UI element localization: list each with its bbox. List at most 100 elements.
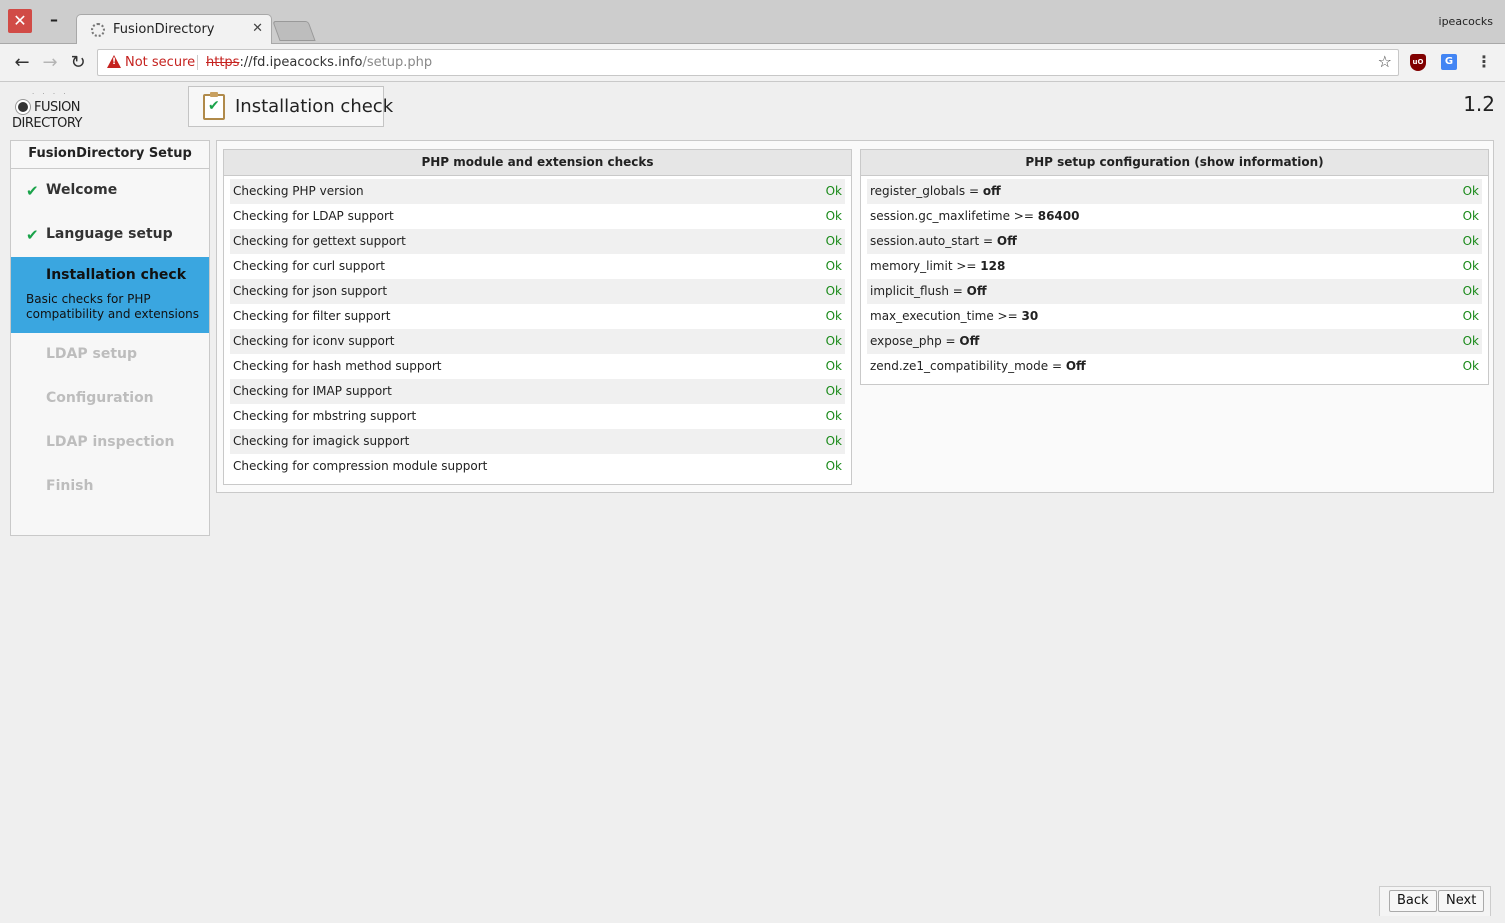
config-key: memory_limit >= xyxy=(870,259,981,273)
check-label: Checking for LDAP support xyxy=(233,209,394,223)
panel-title[interactable]: PHP setup configuration (show informatio… xyxy=(861,150,1488,176)
status-ok: Ok xyxy=(825,309,842,323)
config-key: register_globals = xyxy=(870,184,983,198)
check-label: Checking for iconv support xyxy=(233,334,395,348)
status-ok: Ok xyxy=(825,259,842,273)
table-row: Checking for IMAP support Ok xyxy=(230,379,845,404)
table-row: session.gc_maxlifetime >= 86400 Ok xyxy=(867,204,1482,229)
table-row: max_execution_time >= 30 Ok xyxy=(867,304,1482,329)
translate-extension-icon[interactable]: G xyxy=(1441,54,1457,70)
back-button[interactable]: ← xyxy=(11,52,33,74)
step-title-box: Installation check xyxy=(188,86,393,127)
check-label: Checking for compression module support xyxy=(233,459,488,473)
star-icon[interactable]: ☆ xyxy=(1378,52,1392,71)
check-label: Checking for json support xyxy=(233,284,388,298)
sidebar-step-ldap-setup: LDAP setup xyxy=(11,333,209,377)
table-row: zend.ze1_compatibility_mode = Off Ok xyxy=(867,354,1482,379)
table-row: memory_limit >= 128 Ok xyxy=(867,254,1482,279)
sidebar-step-label: LDAP inspection xyxy=(46,434,175,450)
sidebar-step-label: Language setup xyxy=(46,226,173,242)
table-row: Checking for mbstring support Ok xyxy=(230,404,845,429)
table-row: Checking for iconv support Ok xyxy=(230,329,845,354)
sidebar-step-welcome[interactable]: ✔ Welcome xyxy=(11,169,209,213)
checkmark-icon: ✔ xyxy=(26,226,39,244)
reload-icon: ↻ xyxy=(70,52,86,73)
url-host: fd.ipeacocks.info xyxy=(252,55,363,70)
sidebar-title: FusionDirectory Setup xyxy=(11,141,209,169)
table-row: Checking for filter support Ok xyxy=(230,304,845,329)
status-ok: Ok xyxy=(1462,234,1479,248)
ublock-extension-icon[interactable]: uO xyxy=(1410,54,1426,71)
config-list: register_globals = off Ok session.gc_maxl… xyxy=(861,176,1488,384)
reload-button[interactable]: ↻ xyxy=(67,52,89,74)
address-bar[interactable]: Not secure https://fd.ipeacocks.info/set… xyxy=(97,49,1399,76)
table-row: Checking for gettext support Ok xyxy=(230,229,845,254)
status-ok: Ok xyxy=(825,284,842,298)
status-ok: Ok xyxy=(1462,334,1479,348)
profile-name[interactable]: ipeacocks xyxy=(1439,15,1493,28)
status-ok: Ok xyxy=(825,234,842,248)
setup-steps-sidebar: FusionDirectory Setup ✔ Welcome ✔ Langua… xyxy=(10,140,210,536)
status-ok: Ok xyxy=(1462,359,1479,373)
page-title: Installation check xyxy=(235,96,394,117)
status-ok: Ok xyxy=(1462,309,1479,323)
sidebar-step-description: Basic checks for PHP compatibility and e… xyxy=(26,292,200,321)
window-minimize-button[interactable]: – xyxy=(44,10,64,30)
table-row: Checking for imagick support Ok xyxy=(230,429,845,454)
close-icon: ✕ xyxy=(13,11,27,30)
next-button[interactable]: Next xyxy=(1438,890,1485,912)
logo-text-line2: DIRECTORY xyxy=(12,116,82,131)
security-indicator[interactable]: Not secure xyxy=(125,55,195,70)
browser-tab[interactable]: FusionDirectory ✕ xyxy=(76,14,272,45)
forward-button[interactable]: → xyxy=(39,52,61,74)
sidebar-step-installation-check[interactable]: Installation check Basic checks for PHP … xyxy=(11,257,209,333)
check-label: Checking for filter support xyxy=(233,309,391,323)
config-value: Off xyxy=(966,284,987,298)
status-ok: Ok xyxy=(825,334,842,348)
config-value: Off xyxy=(996,234,1017,248)
kebab-menu-icon[interactable]: ⋮ xyxy=(1476,52,1492,71)
check-label: Checking for IMAP support xyxy=(233,384,392,398)
config-key: max_execution_time >= xyxy=(870,309,1022,323)
config-key: session.auto_start = xyxy=(870,234,997,248)
sidebar-step-label: Finish xyxy=(46,478,94,494)
status-ok: Ok xyxy=(1462,259,1479,273)
url-text[interactable]: https://fd.ipeacocks.info/setup.php xyxy=(206,55,432,70)
url-separator: :// xyxy=(239,55,253,70)
table-row: session.auto_start = Off Ok xyxy=(867,229,1482,254)
sidebar-step-language-setup[interactable]: ✔ Language setup xyxy=(11,213,209,257)
minimize-icon: – xyxy=(50,10,58,29)
url-scheme: https xyxy=(206,55,240,70)
table-row: Checking for LDAP support Ok xyxy=(230,204,845,229)
sidebar-step-ldap-inspection: LDAP inspection xyxy=(11,421,209,465)
status-ok: Ok xyxy=(1462,209,1479,223)
panel-title: PHP module and extension checks xyxy=(224,150,851,176)
clipboard-check-icon xyxy=(203,92,225,120)
arrow-left-icon: ← xyxy=(14,52,30,73)
back-button[interactable]: Back xyxy=(1389,890,1437,912)
warning-icon xyxy=(107,55,121,68)
status-ok: Ok xyxy=(825,359,842,373)
config-value: 86400 xyxy=(1037,209,1080,223)
tab-close-button[interactable]: ✕ xyxy=(252,21,263,36)
status-ok: Ok xyxy=(825,459,842,473)
check-label: Checking for hash method support xyxy=(233,359,442,373)
table-row: register_globals = off Ok xyxy=(867,179,1482,204)
check-label: Checking for imagick support xyxy=(233,434,410,448)
status-ok: Ok xyxy=(825,434,842,448)
browser-titlebar: ✕ – FusionDirectory ✕ ipeacocks xyxy=(0,0,1505,45)
config-key: session.gc_maxlifetime >= xyxy=(870,209,1038,223)
status-ok: Ok xyxy=(825,209,842,223)
sidebar-step-label: LDAP setup xyxy=(46,346,138,362)
config-value: off xyxy=(982,184,1001,198)
config-key: zend.ze1_compatibility_mode = xyxy=(870,359,1066,373)
window-close-button[interactable]: ✕ xyxy=(8,9,32,33)
new-tab-button[interactable] xyxy=(272,21,316,41)
config-value: 128 xyxy=(980,259,1006,273)
table-row: Checking for curl support Ok xyxy=(230,254,845,279)
table-row: Checking for json support Ok xyxy=(230,279,845,304)
sidebar-step-label: Configuration xyxy=(46,390,154,406)
sidebar-step-label: Installation check xyxy=(46,267,187,283)
logo-stars-icon: · · · · xyxy=(32,90,69,98)
table-row: expose_php = Off Ok xyxy=(867,329,1482,354)
